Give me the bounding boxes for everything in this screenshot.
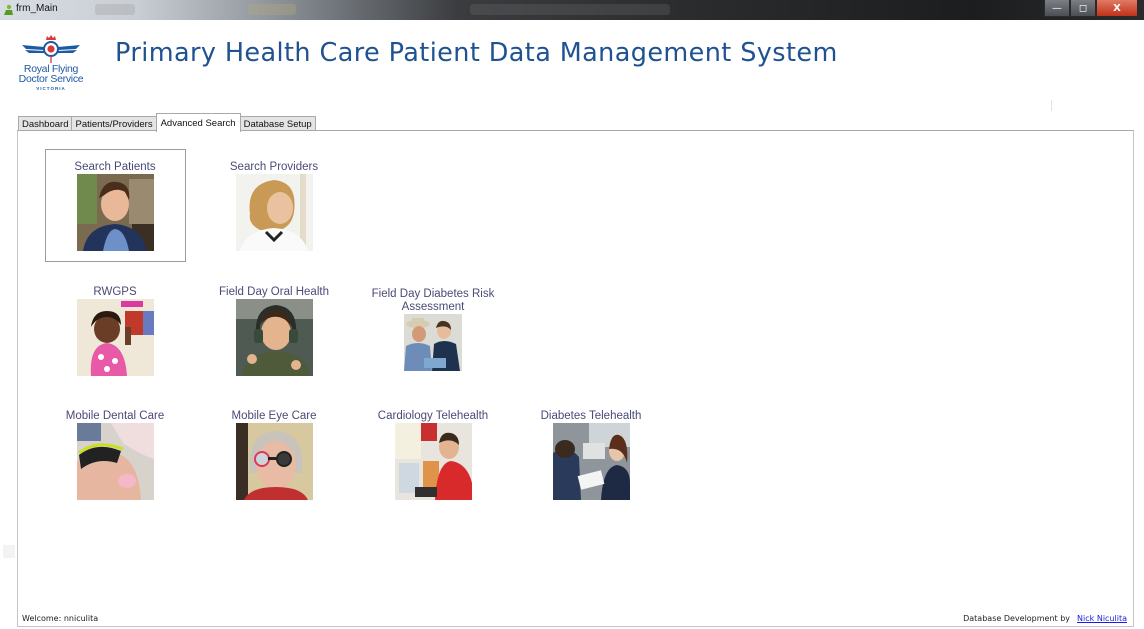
logo-text-line2: Doctor Service [18, 73, 84, 85]
maximize-icon: ◻ [1078, 2, 1088, 14]
farmer-nurse-photo[interactable] [404, 314, 462, 371]
tab-advanced-search[interactable]: Advanced Search [155, 113, 241, 132]
tile-label-line1: Field Day Diabetes Risk [371, 288, 495, 300]
young-man-photo[interactable] [76, 174, 154, 251]
tile-search-providers[interactable]: Search Providers [219, 161, 329, 251]
tile-label: Mobile Eye Care [231, 410, 317, 422]
developer-link[interactable]: Nick Niculita [1077, 614, 1127, 623]
blurred-tab [248, 4, 296, 15]
baby-girl-photo[interactable] [76, 299, 154, 376]
close-icon: X [1113, 2, 1121, 14]
tile-mobile-dental-care[interactable]: Mobile Dental Care [55, 410, 175, 500]
smiling-woman-photo[interactable] [235, 174, 313, 251]
window-title: frm_Main [16, 3, 58, 14]
minimize-icon: — [1052, 2, 1062, 14]
app-title: Primary Health Care Patient Data Managem… [115, 38, 838, 68]
side-handle [3, 545, 15, 558]
window-titlebar: frm_Main — ◻ X [0, 0, 1144, 20]
credit: Database Development by Nick Niculita [963, 614, 1127, 623]
tile-label-line2: Assessment [401, 301, 465, 313]
telehealth-consult-photo[interactable] [552, 423, 630, 500]
tab-patients-providers[interactable]: Patients/Providers [71, 116, 157, 131]
welcome-text: Welcome: nniculita [22, 614, 99, 623]
tab-dashboard[interactable]: Dashboard [18, 116, 73, 131]
tile-label: Search Patients [74, 161, 156, 173]
credit-prefix: Database Development by [963, 614, 1071, 623]
close-button[interactable]: X [1096, 0, 1138, 17]
eye-test-photo[interactable] [235, 423, 313, 500]
tile-search-patients[interactable]: Search Patients [60, 161, 170, 251]
headset-doctor-photo[interactable] [394, 423, 472, 500]
blurred-caption [470, 4, 670, 15]
tile-diabetes-telehealth[interactable]: Diabetes Telehealth [535, 410, 647, 500]
app-icon [4, 4, 13, 15]
dental-patient-photo[interactable] [76, 423, 154, 500]
window-controls: — ◻ X [1044, 0, 1138, 18]
tile-rwgps[interactable]: RWGPS [60, 286, 170, 376]
blurred-toolbar [95, 4, 135, 15]
tile-label: Cardiology Telehealth [377, 410, 489, 422]
tile-field-day-diabetes-risk-assessment[interactable]: Field Day Diabetes Risk Assessment [368, 288, 498, 371]
tile-label: Mobile Dental Care [65, 410, 165, 422]
tile-cardiology-telehealth[interactable]: Cardiology Telehealth [372, 410, 494, 500]
tile-label: Field Day Oral Health [219, 286, 329, 298]
winged-crest-icon [22, 35, 80, 63]
maximize-button[interactable]: ◻ [1070, 0, 1096, 17]
boy-headphones-photo[interactable] [235, 299, 313, 376]
tile-label: Search Providers [229, 161, 319, 173]
tab-strip: Dashboard Patients/Providers Advanced Se… [18, 113, 316, 132]
minimize-button[interactable]: — [1044, 0, 1070, 17]
tile-label: Diabetes Telehealth [540, 410, 642, 422]
divider [1051, 100, 1052, 111]
rfds-logo: Royal Flying Doctor Service VICTORIA [14, 34, 88, 94]
logo-text-line3: VICTORIA [36, 86, 66, 91]
tile-label: RWGPS [93, 286, 137, 298]
tile-field-day-oral-health[interactable]: Field Day Oral Health [210, 286, 338, 376]
tab-database-setup[interactable]: Database Setup [239, 116, 316, 131]
tile-mobile-eye-care[interactable]: Mobile Eye Care [219, 410, 329, 500]
